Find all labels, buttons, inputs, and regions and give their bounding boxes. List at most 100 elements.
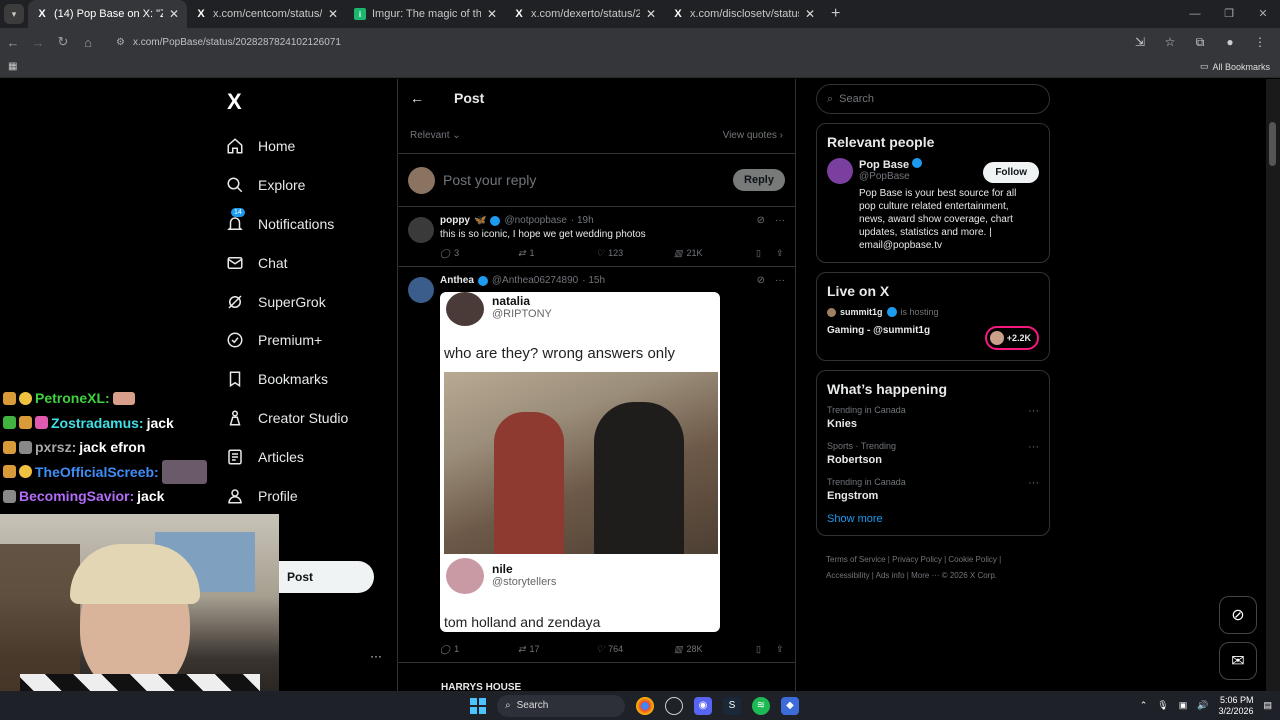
avatar[interactable] bbox=[408, 217, 434, 243]
repost-action[interactable]: ⇄ 17 bbox=[518, 644, 596, 655]
nav-item-home[interactable]: Home bbox=[226, 127, 348, 166]
steam-icon[interactable]: S bbox=[723, 696, 741, 715]
site-info-icon[interactable]: ⚙ bbox=[116, 37, 125, 48]
reply-button[interactable]: Reply bbox=[733, 169, 785, 191]
tab-close-icon[interactable]: ✕ bbox=[328, 7, 338, 21]
tweet[interactable]: Anthea @Anthea06274890 · 15h ⊘ ··· natali… bbox=[398, 267, 795, 663]
forward-icon[interactable]: → bbox=[26, 30, 50, 54]
windows-start-icon[interactable] bbox=[470, 697, 486, 714]
trend-item[interactable]: Sports · Trending Robertson ··· bbox=[827, 441, 1039, 466]
extensions-icon[interactable]: ⧉ bbox=[1188, 30, 1212, 54]
spotify-icon[interactable]: ≋ bbox=[752, 696, 770, 715]
menu-icon[interactable]: ⋮ bbox=[1248, 30, 1272, 54]
install-icon[interactable]: ⇲ bbox=[1128, 30, 1152, 54]
discord-icon[interactable]: ◉ bbox=[694, 696, 712, 715]
search-input[interactable]: ⌕ Search bbox=[816, 84, 1050, 114]
messages-fab-icon[interactable]: ✉ bbox=[1219, 642, 1257, 680]
notification-icon[interactable]: ▤ bbox=[1263, 700, 1272, 711]
browser-tab-4[interactable]: X x.com/disclosetv/status/202858 ✕ bbox=[664, 0, 823, 28]
new-tab-icon[interactable]: + bbox=[831, 5, 840, 23]
tab-close-icon[interactable]: ✕ bbox=[646, 7, 656, 21]
reply-action[interactable]: ◯ 1 bbox=[440, 644, 518, 655]
tab-search-button[interactable]: ▾ bbox=[4, 4, 24, 24]
like-action[interactable]: ♡ 123 bbox=[596, 248, 674, 259]
tweet-handle[interactable]: @notpopbase bbox=[504, 215, 566, 226]
microphone-icon[interactable]: 🎙 bbox=[1157, 700, 1168, 711]
bookmark-icon[interactable]: ▯ bbox=[756, 248, 776, 259]
browser-tab-2[interactable]: i Imgur: The magic of the Interne ✕ bbox=[346, 0, 505, 28]
follow-button[interactable]: Follow bbox=[983, 162, 1039, 183]
nav-item-notifications[interactable]: 14 Notifications bbox=[226, 205, 348, 244]
taskbar-search[interactable]: ⌕ Search bbox=[497, 694, 625, 717]
browser-tab-1[interactable]: X x.com/centcom/status/20285232 ✕ bbox=[187, 0, 346, 28]
tweet[interactable]: poppy 🦋 @notpopbase · 19h ⊘ ··· this is s… bbox=[398, 207, 795, 267]
avatar[interactable] bbox=[408, 277, 434, 303]
back-icon[interactable]: ← bbox=[1, 30, 25, 54]
tweet-time[interactable]: · 15h bbox=[582, 275, 605, 286]
address-bar[interactable]: ⚙ x.com/PopBase/status/20282878241021260… bbox=[110, 30, 1130, 54]
tab-close-icon[interactable]: ✕ bbox=[169, 7, 179, 21]
clock[interactable]: 5:06 PM 3/2/2026 bbox=[1218, 695, 1253, 717]
live-on-x-card[interactable]: Live on X summit1g is hosting Gaming - @… bbox=[816, 272, 1050, 361]
nav-item-creator-studio[interactable]: Creator Studio bbox=[226, 399, 348, 438]
nav-item-bookmarks[interactable]: Bookmarks bbox=[226, 360, 348, 399]
view-quotes-link[interactable]: View quotes › bbox=[723, 130, 783, 141]
more-icon[interactable]: ··· bbox=[1028, 477, 1039, 489]
avatar[interactable] bbox=[827, 158, 853, 184]
views-action[interactable]: ▥ 28K bbox=[674, 644, 756, 655]
footer-line[interactable]: Terms of Service | Privacy Policy | Cook… bbox=[826, 552, 1050, 568]
nav-item-supergrok[interactable]: SuperGrok bbox=[226, 282, 348, 321]
bookmark-star-icon[interactable]: ☆ bbox=[1158, 30, 1182, 54]
reload-icon[interactable]: ↻ bbox=[51, 30, 75, 54]
tweet-author-name[interactable]: poppy bbox=[440, 215, 470, 226]
more-icon[interactable]: ··· bbox=[1028, 405, 1039, 417]
network-icon[interactable]: ▣ bbox=[1179, 700, 1188, 711]
nav-item-explore[interactable]: Explore bbox=[226, 166, 348, 205]
x-logo-icon[interactable]: X bbox=[227, 89, 242, 115]
tweet-time[interactable]: · 19h bbox=[571, 215, 594, 226]
minimize-icon[interactable]: — bbox=[1178, 0, 1212, 28]
apps-grid-icon[interactable]: ▦ bbox=[8, 61, 17, 72]
trend-item[interactable]: Trending in Canada Engstrom ··· bbox=[827, 477, 1039, 502]
more-icon[interactable]: ··· bbox=[1028, 441, 1039, 453]
share-icon[interactable]: ⇪ bbox=[776, 644, 784, 655]
volume-icon[interactable]: 🔊 bbox=[1197, 700, 1208, 711]
grok-fab-icon[interactable]: ⊘ bbox=[1219, 596, 1257, 634]
person-name[interactable]: Pop Base bbox=[859, 159, 909, 171]
nav-item-chat[interactable]: Chat bbox=[226, 243, 348, 282]
more-icon[interactable]: ··· bbox=[775, 215, 785, 226]
account-more-icon[interactable]: ··· bbox=[370, 649, 382, 663]
browser-tab-3[interactable]: X x.com/dexerto/status/20285838 ✕ bbox=[505, 0, 664, 28]
footer-line[interactable]: Accessibility | Ads info | More ··· © 20… bbox=[826, 568, 1050, 584]
share-icon[interactable]: ⇪ bbox=[776, 248, 784, 259]
app-icon[interactable]: ◆ bbox=[781, 696, 799, 715]
bookmark-icon[interactable]: ▯ bbox=[756, 644, 776, 655]
chrome-icon[interactable] bbox=[636, 696, 654, 715]
show-more-link[interactable]: Show more bbox=[827, 513, 1039, 525]
tab-close-icon[interactable]: ✕ bbox=[487, 7, 497, 21]
repost-action[interactable]: ⇄ 1 bbox=[518, 248, 596, 259]
tweet-author-name[interactable]: Anthea bbox=[440, 275, 474, 286]
obs-icon[interactable] bbox=[665, 696, 683, 715]
scrollbar-thumb[interactable] bbox=[1269, 122, 1276, 166]
browser-tab-0[interactable]: X (14) Pop Base on X: "Zendaya a ✕ bbox=[28, 0, 187, 28]
nav-item-articles[interactable]: Articles bbox=[226, 437, 348, 476]
trend-item[interactable]: Trending in Canada Knies ··· bbox=[827, 405, 1039, 430]
profile-avatar-icon[interactable]: ● bbox=[1218, 30, 1242, 54]
all-bookmarks-button[interactable]: ▭ All Bookmarks bbox=[1200, 61, 1270, 72]
more-icon[interactable]: ··· bbox=[775, 275, 785, 286]
tab-close-icon[interactable]: ✕ bbox=[805, 7, 815, 21]
back-arrow-icon[interactable]: ← bbox=[410, 90, 424, 106]
reply-action[interactable]: ◯ 3 bbox=[440, 248, 518, 259]
next-tweet-author[interactable]: HARRYS HOUSE bbox=[441, 682, 521, 691]
sort-relevant-dropdown[interactable]: Relevant ⌄ bbox=[410, 130, 461, 141]
tweet-handle[interactable]: @Anthea06274890 bbox=[492, 275, 578, 286]
grok-icon[interactable]: ⊘ bbox=[757, 275, 765, 286]
person-row[interactable]: Pop Base @PopBase Follow bbox=[827, 158, 1039, 184]
reply-input[interactable]: Post your reply bbox=[443, 172, 733, 188]
nav-item-profile[interactable]: Profile bbox=[226, 476, 348, 515]
home-browser-icon[interactable]: ⌂ bbox=[76, 30, 100, 54]
nav-item-premium[interactable]: Premium+ bbox=[226, 321, 348, 360]
grok-icon[interactable]: ⊘ bbox=[757, 215, 765, 226]
scrollbar[interactable] bbox=[1266, 79, 1280, 691]
